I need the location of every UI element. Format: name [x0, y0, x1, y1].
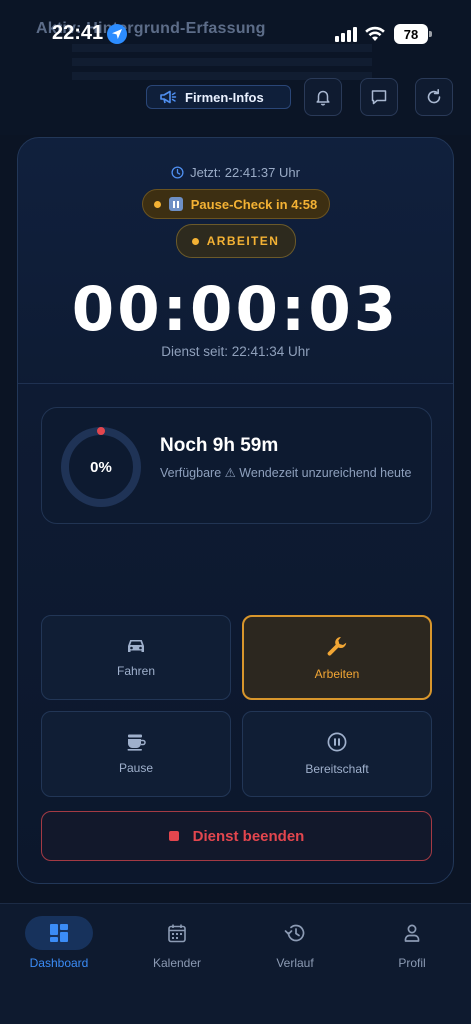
current-time-row: Jetzt: 22:41:37 Uhr [18, 165, 453, 180]
status-dot [191, 237, 199, 245]
signal-icon [335, 27, 357, 42]
tab-label: Verlauf [276, 956, 314, 970]
coffee-icon [127, 734, 146, 751]
action-pause-button[interactable]: Pause [41, 711, 231, 797]
end-duty-label: Dienst beenden [192, 827, 305, 845]
refresh-icon [427, 89, 441, 104]
duty-since: Dienst seit: 22:41:34 Uhr [161, 344, 310, 359]
tab-verlauf[interactable]: Verlauf [240, 916, 350, 976]
battery-indicator: 78 [394, 24, 432, 44]
pause-circle-icon [327, 732, 347, 752]
remaining-subtitle: Verfügbare ⚠ Wendezeit unzureichend heut… [160, 466, 412, 480]
tab-label: Kalender [152, 956, 202, 970]
bell-icon [316, 90, 330, 106]
calendar-icon [143, 916, 211, 950]
tab-profil[interactable]: Profil [357, 916, 467, 976]
divider [18, 383, 453, 384]
progress-percent: 0% [90, 458, 112, 476]
action-bereitschaft-button[interactable]: Bereitschaft [242, 711, 432, 797]
car-icon [128, 639, 144, 652]
messages-button[interactable] [360, 78, 398, 116]
action-label: Fahren [116, 663, 156, 678]
stop-icon [168, 831, 179, 841]
action-label: Bereitschaft [305, 762, 369, 776]
notifications-button[interactable] [304, 78, 342, 116]
session-card: Jetzt: 22:41:37 Uhr Pause-Check in 4:58 … [17, 137, 454, 884]
status-dot [153, 200, 161, 208]
pause-check-badge: Pause-Check in 4:58 [141, 189, 330, 219]
location-arrow-icon [107, 24, 127, 44]
pause-check-text: Pause-Check in 4:58 [190, 196, 318, 212]
remaining-time-card: 0% Noch 9h 59m Verfügbare ⚠ Wendezeit un… [41, 407, 432, 524]
clock-icon [171, 166, 184, 179]
action-label: Arbeiten [314, 666, 360, 681]
wrench-icon [327, 636, 347, 656]
action-fahren-button[interactable]: Fahren [41, 615, 231, 700]
bottom-tab-bar: Dashboard Kalender Verlauf Profil [0, 903, 471, 1024]
status-clock: 22:41 [52, 22, 104, 44]
firmen-infos-label: Firmen-Infos [185, 89, 264, 105]
profile-icon [378, 916, 446, 950]
dashboard-icon [25, 916, 93, 950]
duty-timer: 00:00:03 [71, 274, 400, 345]
tab-label: Dashboard [29, 956, 89, 970]
end-duty-button[interactable]: Dienst beenden [41, 811, 432, 861]
status-bar: 22:41 78 [0, 22, 471, 48]
header-bar: Aktiv: Hintergrund-Erfassung 22:41 78 Fi… [0, 0, 471, 135]
action-label: Pause [118, 761, 154, 775]
status-text: ARBEITEN [206, 234, 280, 248]
refresh-button[interactable] [415, 78, 453, 116]
tab-dashboard[interactable]: Dashboard [4, 916, 114, 976]
tab-kalender[interactable]: Kalender [122, 916, 232, 976]
status-badge: ARBEITEN [175, 224, 296, 258]
current-time-text: Jetzt: 22:41:37 Uhr [190, 165, 300, 180]
history-icon [261, 916, 329, 950]
firmen-infos-button[interactable]: Firmen-Infos [146, 85, 291, 109]
megaphone-icon [160, 90, 177, 104]
remaining-title: Noch 9h 59m [160, 435, 279, 456]
chat-icon [371, 90, 387, 105]
wifi-icon [365, 26, 385, 41]
pause-emoji-icon [168, 197, 183, 211]
action-arbeiten-button[interactable]: Arbeiten [242, 615, 432, 700]
tab-label: Profil [398, 956, 426, 970]
